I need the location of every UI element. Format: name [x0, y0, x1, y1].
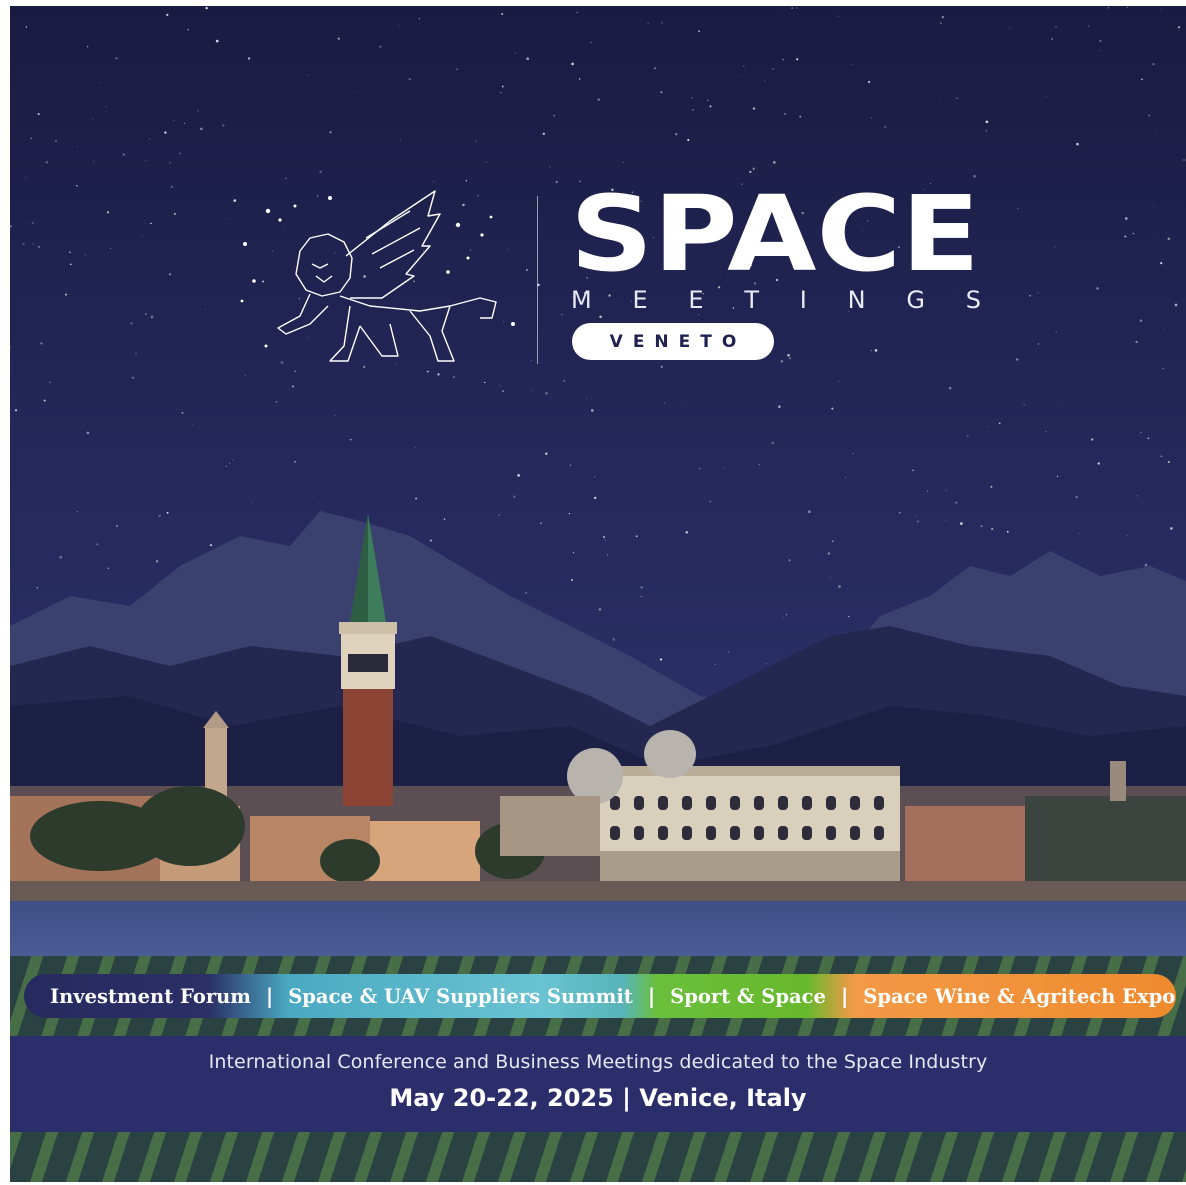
meetings-wordmark: MEETINGS	[571, 286, 981, 314]
track-separator: |	[647, 984, 656, 1008]
track-separator: |	[840, 984, 849, 1008]
event-tracks-bar: Investment Forum | Space & UAV Suppliers…	[24, 974, 1176, 1018]
meetings-letter: E	[688, 286, 704, 314]
waterfront-promenade	[10, 881, 1186, 901]
svg-text:SPACE: SPACE	[570, 184, 980, 284]
track-investment-forum: Investment Forum	[50, 984, 251, 1008]
event-poster: SPACE M E E T I N G S VENETO Investment Forum |…	[10, 6, 1186, 1182]
meetings-letter: G	[906, 286, 925, 314]
space-wordmark: SPACE	[570, 184, 980, 284]
doges-palace	[600, 766, 900, 891]
meetings-letter: E	[632, 286, 648, 314]
veneto-badge: VENETO	[572, 323, 774, 360]
meetings-letter: N	[847, 286, 866, 314]
veneto-label: VENETO	[609, 331, 747, 352]
meetings-letter: T	[744, 286, 760, 314]
lagoon-water	[10, 901, 1186, 961]
meetings-letter: S	[965, 286, 981, 314]
event-subtitle: International Conference and Business Me…	[208, 1051, 988, 1073]
meetings-letter: I	[799, 286, 807, 314]
meetings-letter: M	[571, 286, 592, 314]
track-sport-space: Sport & Space	[670, 984, 826, 1008]
logo-divider	[537, 196, 538, 364]
event-dates-location: May 20-22, 2025 | Venice, Italy	[389, 1084, 807, 1112]
track-separator: |	[265, 984, 274, 1008]
track-suppliers-summit: Space & UAV Suppliers Summit	[288, 984, 633, 1008]
event-info-band: International Conference and Business Me…	[10, 1036, 1186, 1132]
track-wine-agritech: Space Wine & Agritech Expo	[863, 984, 1176, 1008]
